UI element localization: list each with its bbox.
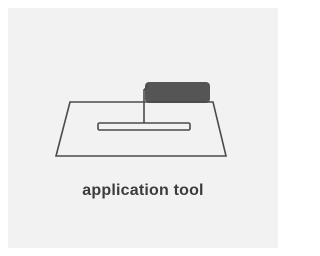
application-tool-card[interactable]: application tool — [8, 8, 278, 248]
trowel-icon — [54, 82, 228, 157]
card-label: application tool — [82, 182, 204, 199]
trowel-mount-bar — [97, 122, 191, 131]
trowel-handle — [145, 82, 210, 103]
